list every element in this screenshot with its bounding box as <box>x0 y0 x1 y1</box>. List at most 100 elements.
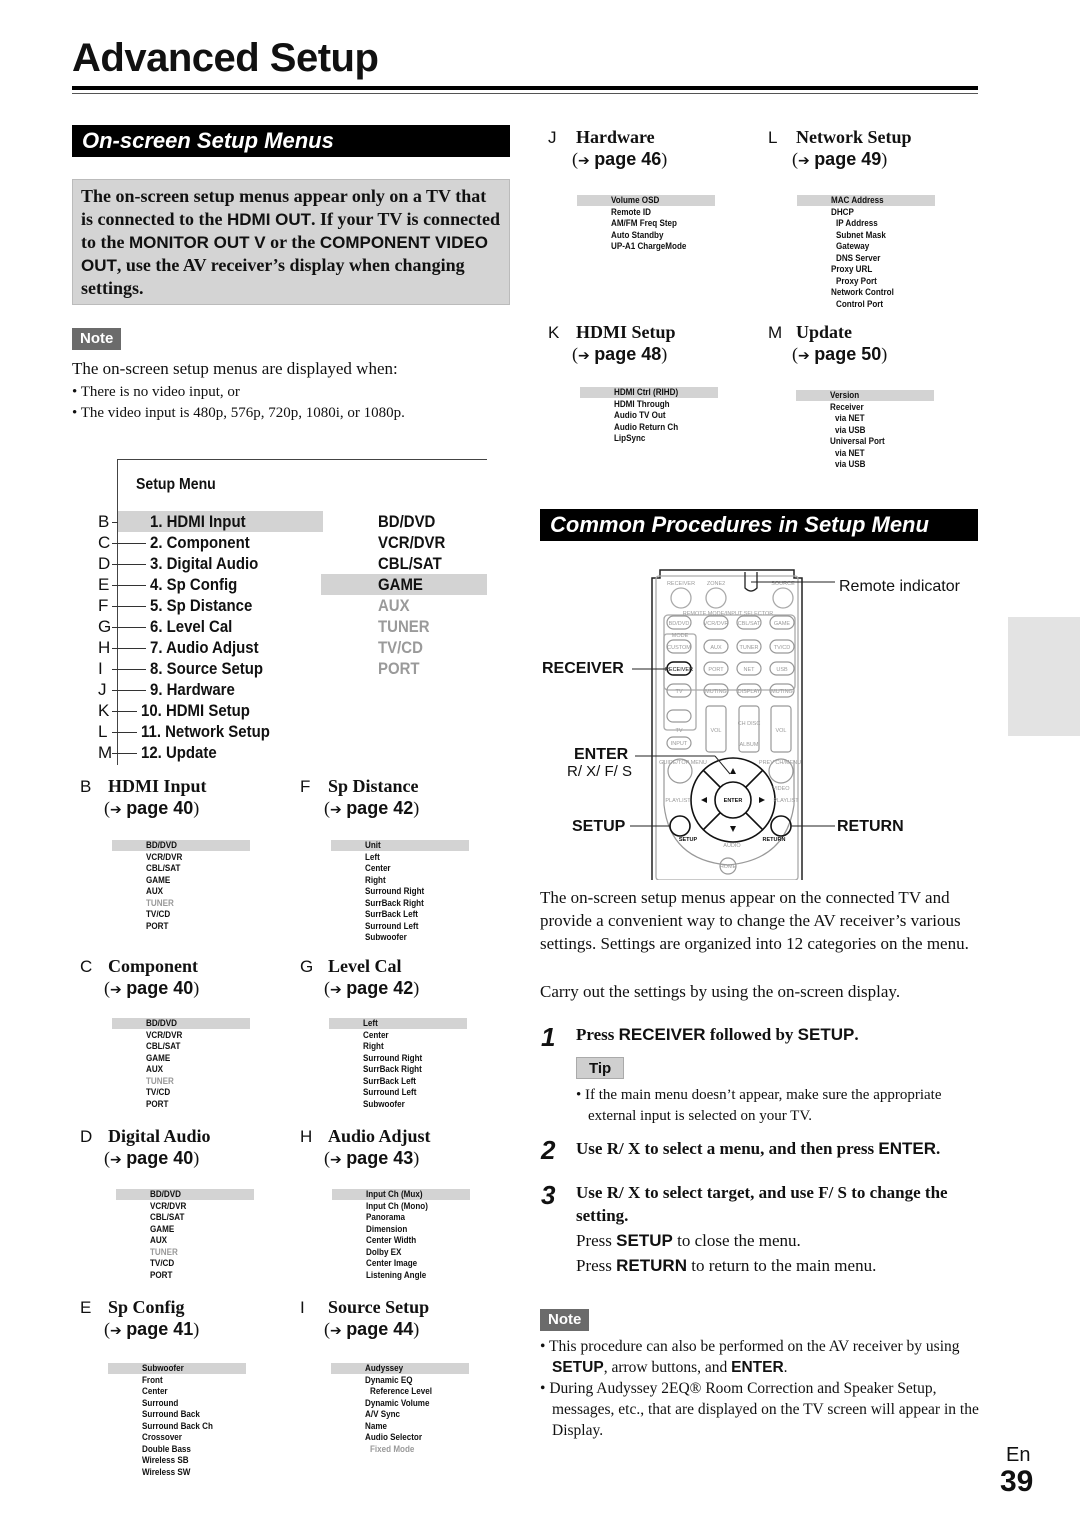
page-reference-link[interactable]: (➔ page 43) <box>324 1148 419 1169</box>
menu-item[interactable]: 9. Hardware <box>150 679 246 700</box>
submenu-item[interactable]: MAC Address <box>797 195 935 207</box>
submenu-item[interactable]: Listening Angle <box>366 1270 439 1282</box>
menu-item[interactable]: 3. Digital Audio <box>150 553 273 574</box>
submenu-item[interactable]: Reference Level <box>365 1386 443 1398</box>
submenu-item[interactable]: Remote ID <box>611 207 700 219</box>
submenu-item[interactable]: Right <box>363 1041 433 1053</box>
submenu-item[interactable]: BD/DVD <box>112 1018 250 1030</box>
submenu-item[interactable]: Universal Port <box>830 436 894 448</box>
submenu-item[interactable]: Surround Back Ch <box>142 1421 225 1433</box>
submenu-item[interactable]: TUNER <box>146 1076 189 1088</box>
submenu-item[interactable]: Surround Right <box>363 1053 433 1065</box>
submenu-item[interactable]: Version <box>795 390 935 402</box>
submenu-item[interactable]: Dimension <box>366 1224 439 1236</box>
submenu-item[interactable]: Audio Return Ch <box>614 422 689 434</box>
submenu-item[interactable]: Center <box>365 863 435 875</box>
input-item[interactable]: VCR/DVR <box>378 532 455 553</box>
submenu-item[interactable]: TUNER <box>146 898 189 910</box>
submenu-item[interactable]: GAME <box>146 875 189 887</box>
submenu-item[interactable]: Front <box>142 1375 225 1387</box>
input-item[interactable]: PORT <box>378 658 425 679</box>
submenu-item[interactable]: HDMI Ctrl (RIHD) <box>579 387 719 399</box>
submenu-item[interactable]: CBL/SAT <box>150 1212 193 1224</box>
submenu-item[interactable]: via NET <box>830 448 894 460</box>
menu-item[interactable]: 7. Audio Adjust <box>150 637 273 658</box>
submenu-item[interactable]: VCR/DVR <box>146 1030 189 1042</box>
submenu-item[interactable]: Center <box>142 1386 225 1398</box>
submenu-item[interactable]: Audio TV Out <box>614 410 689 422</box>
submenu-item[interactable]: Unit <box>331 840 469 852</box>
submenu-item[interactable]: BD/DVD <box>112 840 250 852</box>
submenu-item[interactable]: Volume OSD <box>577 195 715 207</box>
submenu-item[interactable]: DNS Server <box>831 253 905 265</box>
submenu-item[interactable]: SurrBack Right <box>365 898 435 910</box>
submenu-item[interactable]: CBL/SAT <box>146 1041 189 1053</box>
submenu-item[interactable]: AUX <box>150 1235 193 1247</box>
submenu-item[interactable]: PORT <box>146 921 189 933</box>
page-reference-link[interactable]: (➔ page 44) <box>324 1319 419 1340</box>
submenu-item[interactable]: Right <box>365 875 435 887</box>
submenu-item[interactable]: Gateway <box>831 241 905 253</box>
submenu-item[interactable]: Dolby EX <box>366 1247 439 1259</box>
submenu-item[interactable]: Proxy URL <box>831 264 905 276</box>
submenu-item[interactable]: Left <box>365 852 435 864</box>
submenu-item[interactable]: Panorama <box>366 1212 439 1224</box>
submenu-item[interactable]: Surround <box>142 1398 225 1410</box>
submenu-item[interactable]: Audyssey <box>331 1363 469 1375</box>
submenu-item[interactable]: VCR/DVR <box>146 852 189 864</box>
submenu-item[interactable]: PORT <box>146 1099 189 1111</box>
menu-item[interactable]: 10. HDMI Setup <box>141 700 265 721</box>
submenu-item[interactable]: Wireless SW <box>142 1467 225 1479</box>
submenu-item[interactable]: AM/FM Freq Step <box>611 218 700 230</box>
input-item[interactable]: AUX <box>378 595 414 616</box>
submenu-item[interactable]: SurrBack Left <box>365 909 435 921</box>
submenu-item[interactable]: Subnet Mask <box>831 230 905 242</box>
submenu-item[interactable]: Center <box>363 1030 433 1042</box>
submenu-item[interactable]: PORT <box>150 1270 193 1282</box>
submenu-item[interactable]: Audio Selector <box>365 1432 443 1444</box>
submenu-item[interactable]: Wireless SB <box>142 1455 225 1467</box>
submenu-item[interactable]: Center Width <box>366 1235 439 1247</box>
submenu-item[interactable]: Surround Left <box>363 1087 433 1099</box>
submenu-item[interactable]: via USB <box>830 459 894 471</box>
submenu-item[interactable]: GAME <box>150 1224 193 1236</box>
page-reference-link[interactable]: (➔ page 41) <box>104 1319 199 1340</box>
submenu-item[interactable]: TV/CD <box>146 909 189 921</box>
submenu-item[interactable]: Center Image <box>366 1258 439 1270</box>
submenu-item[interactable]: Crossover <box>142 1432 225 1444</box>
input-item[interactable]: TV/CD <box>378 637 429 658</box>
input-item[interactable]: BD/DVD <box>378 511 443 532</box>
submenu-item[interactable]: TV/CD <box>146 1087 189 1099</box>
submenu-item[interactable]: via USB <box>830 425 894 437</box>
submenu-item[interactable]: HDMI Through <box>614 399 689 411</box>
menu-item[interactable]: 11. Network Setup <box>141 721 287 742</box>
submenu-item[interactable]: UP-A1 ChargeMode <box>611 241 700 253</box>
submenu-item[interactable]: TV/CD <box>150 1258 193 1270</box>
submenu-item[interactable]: Input Ch (Mono) <box>366 1201 439 1213</box>
submenu-item[interactable]: Fixed Mode <box>365 1444 443 1456</box>
submenu-item[interactable]: GAME <box>146 1053 189 1065</box>
submenu-item[interactable]: Left <box>329 1018 467 1030</box>
input-item[interactable]: GAME <box>321 574 487 595</box>
submenu-item[interactable]: Auto Standby <box>611 230 700 242</box>
submenu-item[interactable]: LipSync <box>614 433 689 445</box>
submenu-item[interactable]: SurrBack Left <box>363 1076 433 1088</box>
submenu-item[interactable]: AUX <box>146 886 189 898</box>
menu-item[interactable]: 1. HDMI Input <box>118 511 323 532</box>
submenu-item[interactable]: CBL/SAT <box>146 863 189 875</box>
page-reference-link[interactable]: (➔ page 49) <box>792 149 887 170</box>
submenu-item[interactable]: Receiver <box>830 402 894 414</box>
input-item[interactable]: TUNER <box>378 616 437 637</box>
submenu-item[interactable]: Dynamic Volume <box>365 1398 443 1410</box>
submenu-item[interactable]: DHCP <box>831 207 905 219</box>
submenu-item[interactable]: Name <box>365 1421 443 1433</box>
page-reference-link[interactable]: (➔ page 42) <box>324 978 419 999</box>
submenu-item[interactable]: Network Control <box>831 287 905 299</box>
submenu-item[interactable]: Control Port <box>831 299 905 311</box>
submenu-item[interactable]: SurrBack Right <box>363 1064 433 1076</box>
page-reference-link[interactable]: (➔ page 40) <box>104 798 199 819</box>
input-item[interactable]: CBL/SAT <box>378 553 450 574</box>
submenu-item[interactable]: Double Bass <box>142 1444 225 1456</box>
submenu-item[interactable]: Subwoofer <box>363 1099 433 1111</box>
submenu-item[interactable]: Surround Right <box>365 886 435 898</box>
